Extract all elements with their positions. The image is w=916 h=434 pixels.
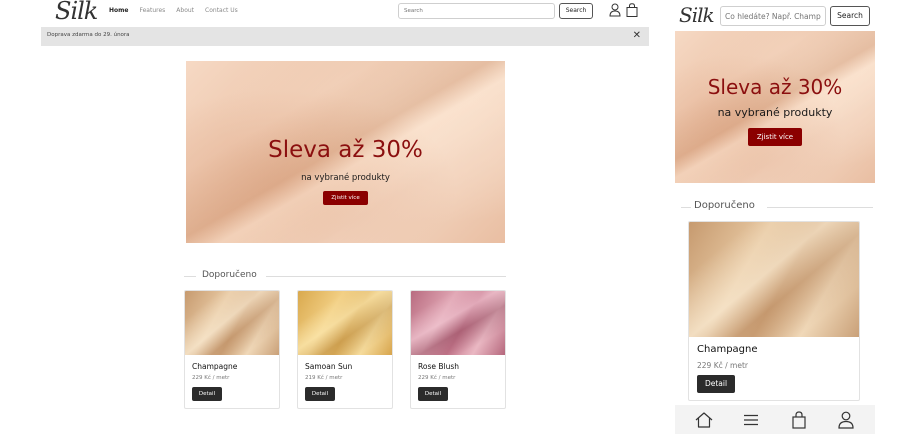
- product-name: Samoan Sun: [305, 362, 353, 371]
- detail-button[interactable]: Detail: [418, 387, 448, 401]
- section-title: Doporučeno: [202, 270, 257, 280]
- hero-title: Sleva až 30%: [707, 75, 843, 99]
- home-icon[interactable]: [694, 410, 714, 430]
- search-button[interactable]: Search: [559, 3, 593, 19]
- product-image[interactable]: [411, 291, 505, 355]
- search-input[interactable]: [720, 6, 826, 26]
- navbar: Silk Home Features About Contact Us Sear…: [41, 0, 649, 25]
- detail-button[interactable]: Detail: [305, 387, 335, 401]
- logo[interactable]: Silk: [679, 3, 715, 27]
- section-header: Doporučeno: [675, 200, 875, 214]
- product-price: 229 Kč / metr: [697, 361, 748, 370]
- hero-cta-button[interactable]: Zjistit více: [748, 128, 802, 146]
- nav-link-about[interactable]: About: [176, 7, 194, 14]
- section-header: Doporučeno: [184, 270, 506, 284]
- close-icon[interactable]: ✕: [633, 30, 641, 42]
- banner-text: Doprava zdarma do 29. února: [47, 32, 130, 38]
- product-name: Rose Blush: [418, 362, 460, 371]
- user-icon[interactable]: [836, 410, 856, 430]
- product-image[interactable]: [689, 222, 859, 337]
- product-name: Champagne: [192, 362, 238, 371]
- desktop-view: Silk Home Features About Contact Us Sear…: [41, 0, 649, 434]
- logo[interactable]: Silk: [55, 0, 98, 25]
- nav-link-features[interactable]: Features: [139, 7, 165, 14]
- search-input[interactable]: [398, 3, 555, 19]
- product-name: Champagne: [697, 344, 758, 355]
- nav-link-contact[interactable]: Contact Us: [205, 7, 238, 14]
- divider: [767, 207, 873, 208]
- section-title: Doporučeno: [694, 200, 755, 211]
- product-image[interactable]: [185, 291, 279, 355]
- divider: [266, 276, 506, 277]
- search-button[interactable]: Search: [830, 6, 870, 26]
- detail-button[interactable]: Detail: [697, 375, 735, 393]
- nav-link-home[interactable]: Home: [109, 7, 128, 14]
- product-price: 219 Kč / metr: [305, 375, 343, 381]
- hero: Sleva až 30% na vybrané produkty Zjistit…: [675, 31, 875, 183]
- hero-title: Sleva až 30%: [268, 137, 423, 163]
- user-icon[interactable]: [609, 3, 621, 17]
- product-price: 229 Kč / metr: [418, 375, 456, 381]
- detail-button[interactable]: Detail: [192, 387, 222, 401]
- product-card[interactable]: Champagne 229 Kč / metr Detail: [688, 221, 860, 401]
- bottom-tab-bar: [675, 405, 875, 434]
- product-card[interactable]: Rose Blush 229 Kč / metr Detail: [410, 290, 506, 409]
- hero-subtitle: na vybrané produkty: [717, 106, 833, 119]
- mobile-view: Silk Search Sleva až 30% na vybrané prod…: [675, 0, 875, 434]
- product-price: 229 Kč / metr: [192, 375, 230, 381]
- menu-icon[interactable]: [741, 410, 761, 430]
- shopping-bag-icon[interactable]: [626, 3, 638, 17]
- hero: Sleva až 30% na vybrané produkty Zjistit…: [186, 61, 505, 243]
- divider: [681, 207, 691, 208]
- product-image[interactable]: [298, 291, 392, 355]
- hero-subtitle: na vybrané produkty: [301, 173, 390, 183]
- divider: [184, 276, 196, 277]
- shopping-bag-icon[interactable]: [789, 410, 809, 430]
- product-card[interactable]: Samoan Sun 219 Kč / metr Detail: [297, 290, 393, 409]
- hero-cta-button[interactable]: Zjistit více: [323, 191, 368, 205]
- product-card[interactable]: Champagne 229 Kč / metr Detail: [184, 290, 280, 409]
- nav-links: Home Features About Contact Us: [109, 7, 238, 14]
- promo-banner: Doprava zdarma do 29. února ✕: [41, 27, 649, 46]
